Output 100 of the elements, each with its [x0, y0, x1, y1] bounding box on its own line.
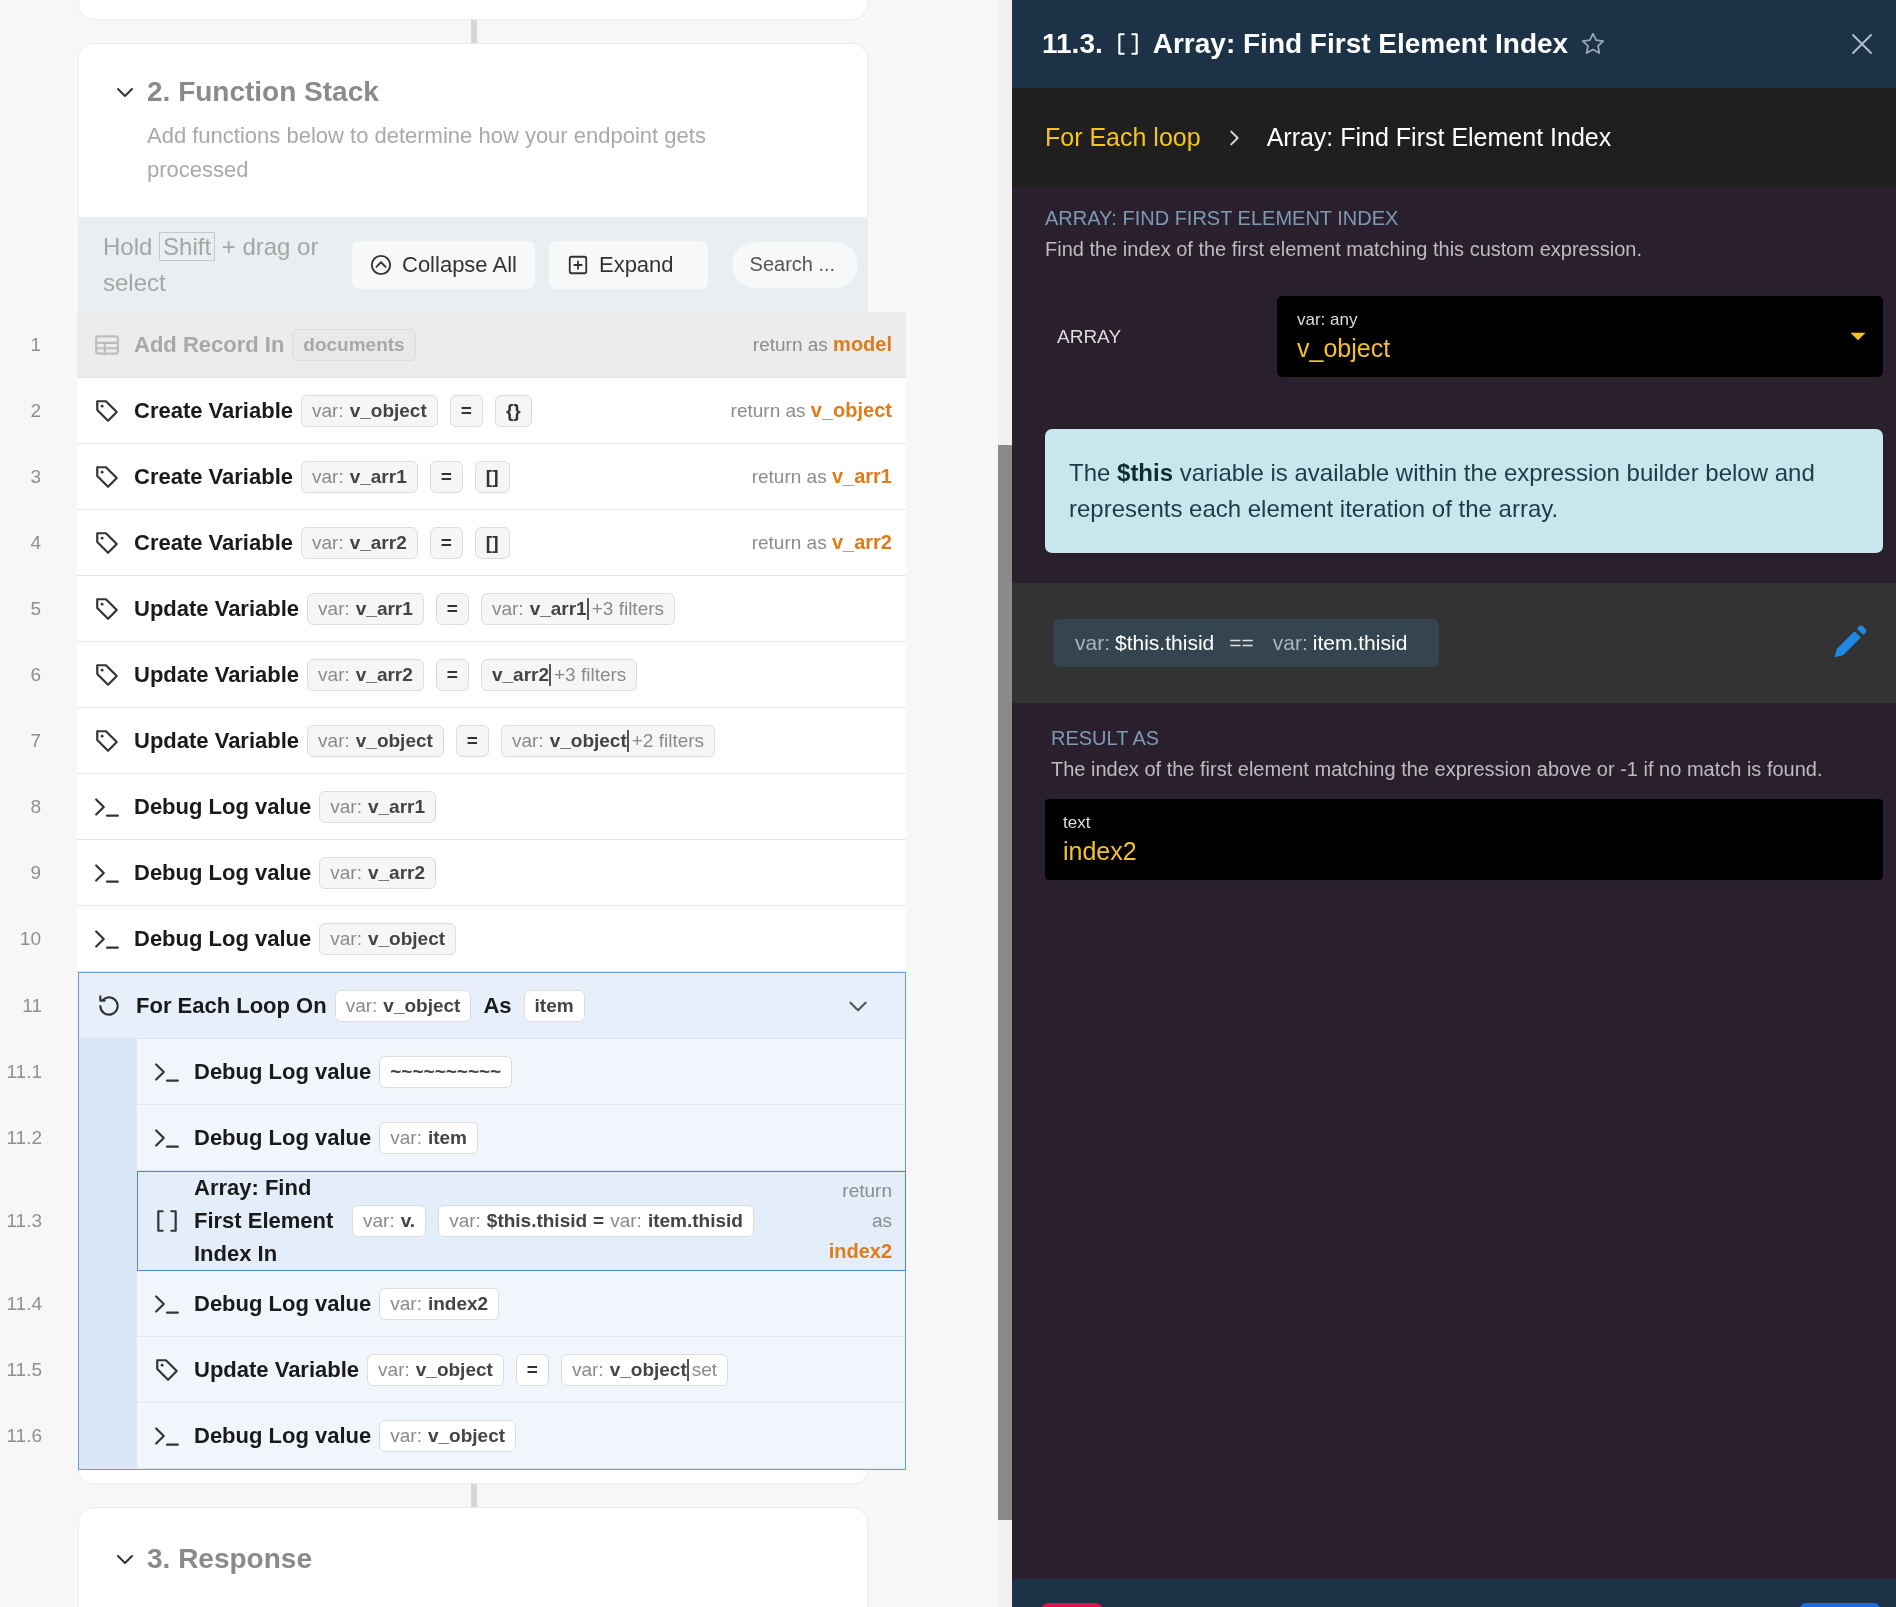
step-row[interactable]: Update Variable var: v_object = var: v_object set — [137, 1337, 905, 1403]
operator-chip[interactable]: [] — [474, 526, 510, 559]
step-row[interactable]: Create Variable var: v_arr2 = [] return as v_arr2 — [77, 510, 906, 576]
step-title: Debug Log value — [194, 1058, 372, 1085]
variable-chip[interactable]: var: v_arr1 — [319, 790, 436, 823]
step-row[interactable]: Array: Find First Element Index In var: v. var: $this.thisid = var: item.thisid return as index2 — [137, 1171, 906, 1271]
variable-chip[interactable]: var: v_object — [334, 989, 472, 1022]
operator-chip[interactable]: = — [429, 460, 463, 493]
operator-chip[interactable]: = — [449, 394, 483, 427]
operator-chip[interactable]: = — [455, 724, 489, 757]
step-title: Create Variable — [134, 397, 293, 424]
step-title: Debug Log value — [134, 859, 312, 886]
variable-chip[interactable]: v_arr2 +3 filters — [480, 658, 638, 691]
step-row[interactable]: Debug Log value var: v_arr2 — [77, 840, 906, 906]
breadcrumb-link[interactable]: For Each loop — [1045, 123, 1201, 152]
scrollbar[interactable] — [998, 445, 1012, 1520]
info-note: The $this variable is available within the expression builder below and represents each element iteration of the array. — [1045, 429, 1883, 553]
step-title: Update Variable — [134, 661, 300, 688]
variable-chip[interactable]: var: v_arr1 +3 filters — [480, 592, 676, 625]
step-row[interactable]: For Each Loop On var: v_object As item — [79, 973, 905, 1039]
step-row[interactable]: Debug Log value var: v_arr1 — [77, 774, 906, 840]
line-number: 11.1 — [5, 1060, 43, 1084]
star-icon[interactable] — [1580, 31, 1607, 57]
step-row[interactable]: Debug Log value var: index2 — [137, 1271, 905, 1337]
variable-chip[interactable]: var: v_object — [307, 724, 444, 757]
variable-chip[interactable]: var: v_arr2 — [301, 526, 418, 559]
return-label: return as model — [752, 333, 892, 356]
line-number: 11.4 — [5, 1292, 43, 1316]
result-field[interactable]: text index2 — [1045, 799, 1883, 880]
variable-chip[interactable]: var: item — [379, 1121, 478, 1154]
step-row[interactable]: Create Variable var: v_object = {} return as v_object — [77, 378, 906, 444]
line-number: 8 — [29, 795, 42, 819]
operator-chip[interactable]: [] — [474, 460, 510, 493]
variable-chip[interactable]: var: v_object set — [560, 1353, 729, 1386]
variable-chip[interactable]: item — [523, 989, 585, 1022]
variable-chip[interactable]: var: v. — [352, 1204, 427, 1237]
type-label: text — [1063, 813, 1092, 833]
return-label: return as index2 — [827, 1178, 892, 1264]
line-number: 4 — [29, 531, 42, 555]
line-number: 11.6 — [5, 1424, 43, 1448]
search-field[interactable]: Search ... — [731, 241, 858, 288]
variable-chip[interactable]: var: v_arr2 — [307, 658, 424, 691]
line-number: 11.3 — [5, 1209, 43, 1233]
operator-chip[interactable]: = — [435, 592, 469, 625]
line-number: 2 — [29, 399, 42, 423]
line-number: 6 — [29, 663, 42, 687]
field-label: ARRAY — [1056, 325, 1123, 348]
line-number: 7 — [29, 729, 42, 753]
field-value: v_object — [1297, 334, 1392, 363]
section-description: Add functions below to determine how your endpoint gets processed — [147, 122, 707, 184]
operator-chip[interactable]: = — [429, 526, 463, 559]
step-row[interactable]: Debug Log value ~~~~~~~~~~ — [137, 1039, 905, 1105]
step-row[interactable]: Debug Log value var: item — [137, 1105, 905, 1171]
variable-chip[interactable]: var: v_object — [301, 394, 438, 427]
section-title: 3. Response — [147, 1542, 312, 1576]
variable-chip[interactable]: var: v_object +2 filters — [500, 724, 716, 757]
section-description: Find the index of the first element matching this custom expression. — [1045, 237, 1643, 262]
line-number: 3 — [29, 465, 42, 489]
variable-chip[interactable]: var: v_arr1 — [307, 592, 424, 625]
variable-chip[interactable]: var: v_object — [379, 1419, 517, 1452]
step-row[interactable]: Update Variable var: v_arr2 = v_arr2 +3 filters — [77, 642, 906, 708]
variable-chip[interactable]: var: v_object — [367, 1353, 504, 1386]
variable-chip[interactable]: var: v_object — [319, 922, 457, 955]
close-icon[interactable] — [1850, 32, 1874, 56]
step-title: Debug Log value — [194, 1422, 372, 1449]
step-title: Array: Find First Element Index In — [194, 1174, 335, 1268]
step-row[interactable]: Create Variable var: v_arr1 = [] return as v_arr1 — [77, 444, 906, 510]
tag-icon — [94, 661, 120, 688]
line-number: 11.5 — [5, 1358, 43, 1382]
operator-chip[interactable]: {} — [494, 394, 532, 427]
line-number: 9 — [29, 861, 42, 885]
line-number: 11 — [21, 994, 43, 1018]
variable-chip[interactable]: ~~~~~~~~~~ — [379, 1055, 513, 1088]
step-title: Debug Log value — [134, 925, 312, 952]
hint-text: Hold Shift + drag or select — [103, 230, 320, 298]
variable-chip[interactable]: var: v_arr1 — [301, 460, 418, 493]
return-label: return as v_arr2 — [751, 531, 892, 554]
section-heading: RESULT AS — [1051, 726, 1161, 751]
step-row[interactable]: Debug Log value var: v_object — [137, 1403, 905, 1469]
expand-button[interactable]: Expand — [548, 240, 708, 289]
expression-chip[interactable]: var: $this.thisid == var: item.thisid — [1053, 619, 1440, 667]
variable-chip[interactable]: var: $this.thisid = var: item.thisid — [438, 1204, 754, 1237]
step-row[interactable]: Debug Log value var: v_object — [77, 906, 906, 972]
operator-chip[interactable]: = — [435, 658, 469, 691]
breadcrumb-link[interactable]: Array: Find First Element Index — [1266, 123, 1612, 152]
variable-chip[interactable]: var: index2 — [379, 1287, 500, 1320]
collapse-icon — [370, 253, 392, 276]
step-title: Update Variable — [134, 595, 300, 622]
step-row[interactable]: Update Variable var: v_arr1 = var: v_arr1 +3 filters — [77, 576, 906, 642]
step-row[interactable]: Update Variable var: v_object = var: v_object +2 filters — [77, 708, 906, 774]
array-dropdown[interactable]: var: any v_object — [1277, 296, 1883, 377]
line-number: 1 — [29, 333, 42, 357]
line-number: 11.2 — [5, 1126, 43, 1150]
section-heading: ARRAY: FIND FIRST ELEMENT INDEX — [1045, 206, 1400, 231]
variable-chip[interactable]: var: v_arr2 — [319, 856, 436, 889]
return-label: return as v_object — [730, 399, 892, 422]
collapse-all-button[interactable]: Collapse All — [352, 240, 535, 289]
section-title: 2. Function Stack — [147, 75, 379, 109]
step-title: Update Variable — [134, 727, 300, 754]
operator-chip[interactable]: = — [515, 1353, 549, 1386]
